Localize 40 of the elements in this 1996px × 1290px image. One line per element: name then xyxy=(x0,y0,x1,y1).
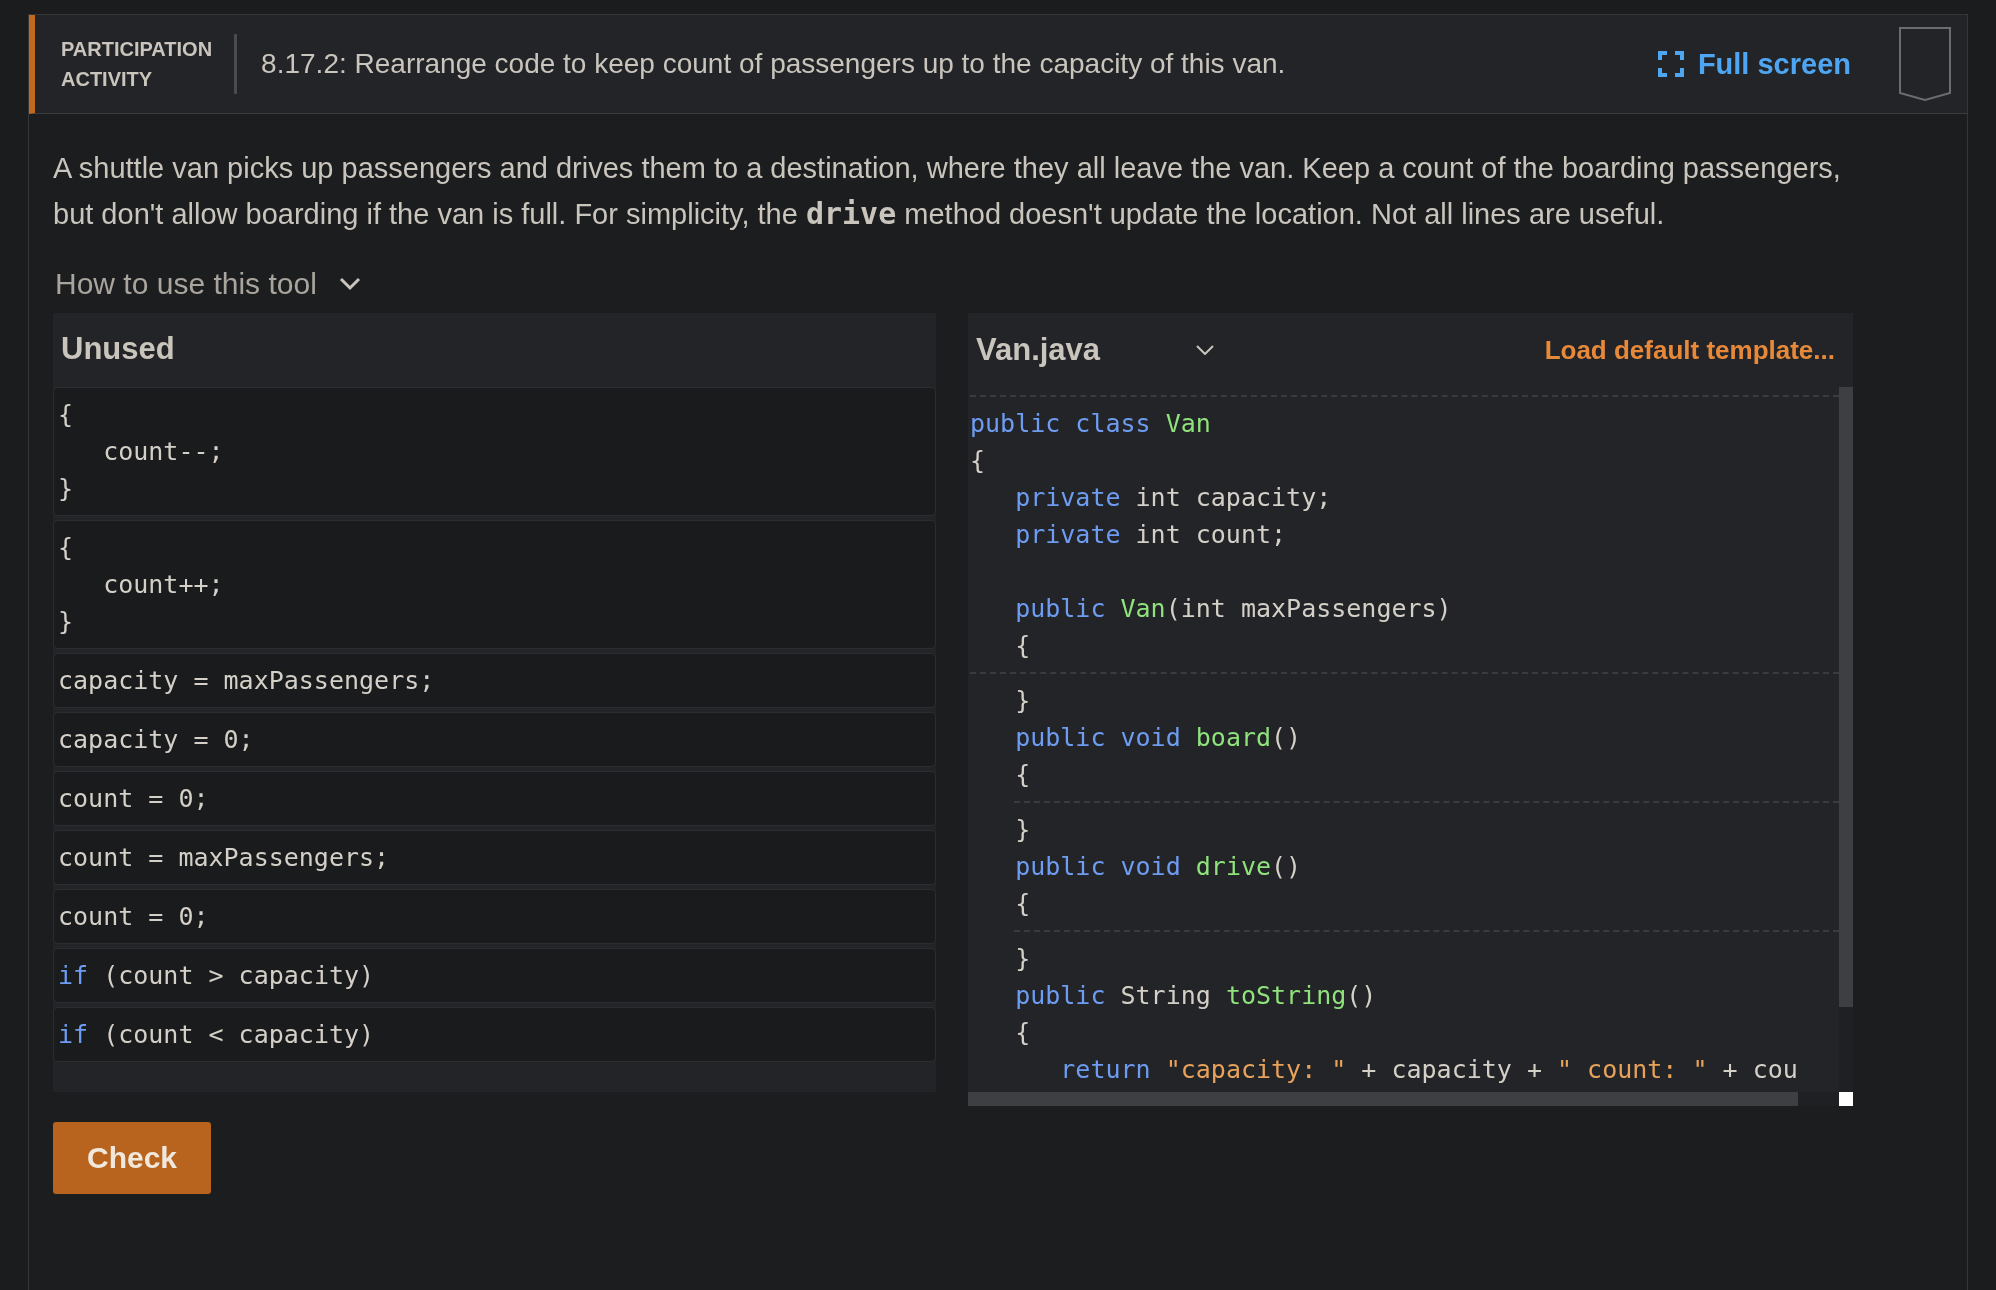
code-line: } xyxy=(1014,814,1032,846)
check-button[interactable]: Check xyxy=(53,1122,211,1194)
code-line: return "capacity: " + capacity + " count: " + cou xyxy=(1059,1054,1799,1086)
chevron-icon xyxy=(338,277,361,291)
code-line: { xyxy=(1014,1017,1032,1049)
help-toggle[interactable]: How to use this tool xyxy=(55,267,361,301)
vertical-scrollbar[interactable] xyxy=(1839,387,1853,1092)
code-block[interactable]: { count++; } xyxy=(53,520,936,649)
code-line: public void board() xyxy=(1014,722,1303,754)
activity-label: PARTICIPATION ACTIVITY xyxy=(35,34,238,94)
activity-title: 8.17.2: Rearrange code to keep count of passengers up to the capacity of this van. xyxy=(261,48,1287,80)
code-line: } xyxy=(1014,943,1032,975)
code-line: { xyxy=(1014,630,1032,662)
chevron-icon xyxy=(1196,345,1215,355)
code-block[interactable]: capacity = maxPassengers; xyxy=(53,653,936,708)
instructions-paragraph: A shuttle van picks up passengers and drives them to a destination, where they all leave the van. Keep a count of the boarding passengers, but don't allow boarding if the van is full. For simplicity, the drive method doesn't update the location. Not all lines are useful. xyxy=(53,151,1842,233)
code-line: private int count; xyxy=(1014,519,1288,551)
code-line: } xyxy=(1014,685,1032,717)
expand-icon xyxy=(1657,51,1684,77)
code-line: public String toString() xyxy=(1014,980,1378,1012)
load-template-link[interactable]: Load default template... xyxy=(1544,334,1835,366)
code-line: { xyxy=(970,445,987,477)
code-line: { xyxy=(1014,759,1032,791)
file-dropdown[interactable]: Van.java xyxy=(976,332,1545,368)
code-block[interactable]: count = maxPassengers; xyxy=(53,830,936,885)
code-line: { xyxy=(1014,888,1032,920)
code-block[interactable]: if (count > capacity) xyxy=(53,948,936,1003)
code-block[interactable]: { count--; } xyxy=(53,387,936,516)
full-screen-button[interactable]: Full screen xyxy=(1649,43,1859,85)
code-block[interactable]: count = 0; xyxy=(53,771,936,826)
horizontal-scrollbar[interactable] xyxy=(968,1092,1853,1106)
code-line: public Van(int maxPassengers) xyxy=(1014,593,1453,625)
code-block[interactable]: if (count < capacity) xyxy=(53,1007,936,1062)
panel-title: Unused xyxy=(60,330,176,368)
code-line: public void drive() xyxy=(1014,851,1303,883)
bookmark-icon[interactable] xyxy=(1899,27,1951,101)
code-block[interactable]: count = 0; xyxy=(53,889,936,944)
code-line: private int capacity; xyxy=(1014,482,1333,514)
code-block[interactable]: capacity = 0; xyxy=(53,712,936,767)
code-line: public class Van xyxy=(970,408,1212,440)
